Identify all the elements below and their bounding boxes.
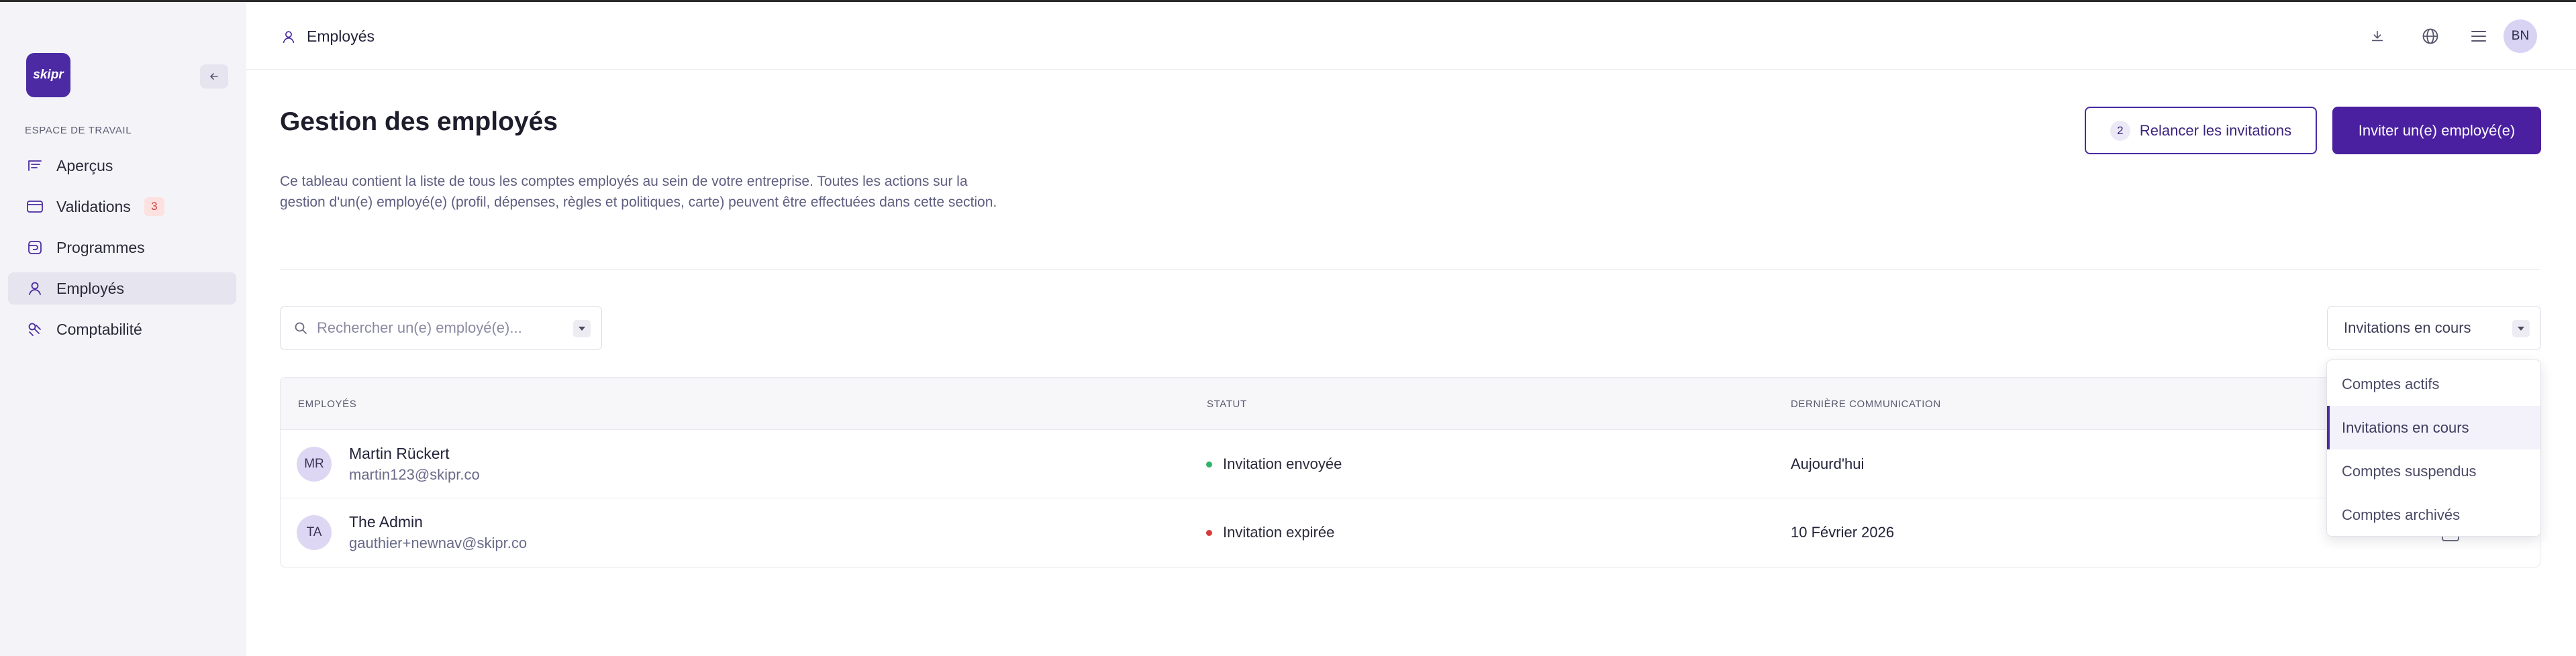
collapse-sidebar-button[interactable] bbox=[200, 64, 228, 89]
search-icon bbox=[295, 322, 307, 334]
status-filter-value: Invitations en cours bbox=[2344, 319, 2471, 336]
page-description: Ce tableau contient la liste de tous les… bbox=[280, 174, 997, 210]
sidebar-item-label: Validations bbox=[56, 197, 131, 215]
skipr-logo[interactable]: skipr bbox=[26, 53, 70, 97]
column-header-employes: EMPLOYÉS bbox=[298, 398, 357, 410]
hamburger-menu-icon bbox=[2471, 31, 2486, 42]
table-header: EMPLOYÉS STATUT DERNIÈRE COMMUNICATION bbox=[281, 378, 2540, 430]
employee-email: gauthier+newnav@skipr.co bbox=[349, 535, 528, 551]
status-label: Invitation expirée bbox=[1223, 524, 1335, 541]
sidebar-item-label: Aperçus bbox=[56, 156, 113, 174]
sidebar-item-validations[interactable]: Validations 3 bbox=[8, 190, 236, 223]
search-input[interactable] bbox=[317, 319, 565, 337]
employee-status: Invitation envoyée bbox=[1206, 455, 1342, 473]
page-title: Gestion des employés bbox=[280, 107, 558, 136]
user-icon bbox=[26, 279, 44, 298]
filter-option-comptes-actifs[interactable]: Comptes actifs bbox=[2327, 362, 2540, 406]
employee-email: martin123@skipr.co bbox=[349, 466, 480, 483]
search-filter-toggle[interactable] bbox=[573, 320, 591, 337]
employee-name: The Admin bbox=[349, 513, 423, 531]
resend-count-badge: 2 bbox=[2110, 120, 2130, 141]
validations-count-badge: 3 bbox=[144, 197, 164, 216]
breadcrumb: Employés bbox=[281, 28, 375, 46]
status-filter-select[interactable]: Invitations en cours bbox=[2327, 306, 2541, 350]
status-label: Invitation envoyée bbox=[1223, 455, 1342, 472]
filter-option-comptes-archives[interactable]: Comptes archivés bbox=[2327, 493, 2540, 537]
table-row[interactable]: TA The Admin gauthier+newnav@skipr.co In… bbox=[281, 498, 2540, 567]
employee-avatar: TA bbox=[297, 515, 332, 550]
filter-option-invitations-en-cours[interactable]: Invitations en cours bbox=[2327, 406, 2540, 449]
user-avatar[interactable]: BN bbox=[2504, 19, 2537, 53]
status-filter-dropdown: Comptes actifs Invitations en cours Comp… bbox=[2326, 360, 2541, 537]
employee-avatar: MR bbox=[297, 447, 332, 482]
table-row[interactable]: MR Martin Rückert martin123@skipr.co Inv… bbox=[281, 430, 2540, 498]
sidebar-item-programmes[interactable]: Programmes bbox=[8, 231, 236, 264]
status-dot bbox=[1206, 461, 1212, 468]
menu-button[interactable] bbox=[2467, 24, 2491, 48]
last-communication: 10 Février 2026 bbox=[1791, 524, 1895, 541]
sidebar: skipr ESPACE DE TRAVAIL Aperçus Validati… bbox=[0, 2, 246, 656]
download-icon bbox=[2371, 30, 2383, 42]
last-communication: Aujourd'hui bbox=[1791, 455, 1865, 472]
employee-status: Invitation expirée bbox=[1206, 524, 1334, 541]
section-divider bbox=[280, 269, 2540, 270]
status-filter-toggle[interactable] bbox=[2512, 320, 2530, 337]
resend-invitations-label: Relancer les invitations bbox=[2139, 121, 2292, 139]
coins-icon bbox=[26, 320, 44, 339]
chart-lines-icon bbox=[26, 156, 44, 175]
card-icon bbox=[26, 197, 44, 216]
chevron-down-icon bbox=[2518, 327, 2524, 331]
sidebar-item-comptabilite[interactable]: Comptabilité bbox=[8, 313, 236, 345]
filter-option-comptes-suspendus[interactable]: Comptes suspendus bbox=[2327, 449, 2540, 493]
search-box[interactable] bbox=[280, 306, 602, 350]
column-header-derniere-communication: DERNIÈRE COMMUNICATION bbox=[1791, 398, 1941, 410]
breadcrumb-label: Employés bbox=[307, 28, 375, 45]
wallet-icon bbox=[26, 238, 44, 257]
sidebar-item-label: Employés bbox=[56, 279, 124, 297]
sidebar-item-label: Programmes bbox=[56, 238, 145, 256]
workspace-section-label: ESPACE DE TRAVAIL bbox=[25, 125, 132, 136]
user-icon bbox=[281, 30, 296, 44]
employee-name: Martin Rückert bbox=[349, 445, 450, 462]
chevron-down-icon bbox=[579, 327, 585, 331]
globe-icon bbox=[2422, 28, 2438, 44]
resend-invitations-button[interactable]: 2 Relancer les invitations bbox=[2085, 107, 2317, 154]
invite-employee-button[interactable]: Inviter un(e) employé(e) bbox=[2332, 107, 2541, 154]
language-button[interactable] bbox=[2418, 24, 2442, 48]
employees-table: EMPLOYÉS STATUT DERNIÈRE COMMUNICATION M… bbox=[280, 377, 2540, 567]
column-header-statut: STATUT bbox=[1207, 398, 1247, 410]
status-dot bbox=[1206, 529, 1212, 536]
sidebar-item-apercus[interactable]: Aperçus bbox=[8, 150, 236, 182]
sidebar-item-employes[interactable]: Employés bbox=[8, 272, 236, 305]
sidebar-item-label: Comptabilité bbox=[56, 320, 142, 338]
top-header: Employés bbox=[246, 2, 2576, 70]
arrow-left-icon bbox=[210, 73, 218, 80]
download-button[interactable] bbox=[2365, 24, 2389, 48]
